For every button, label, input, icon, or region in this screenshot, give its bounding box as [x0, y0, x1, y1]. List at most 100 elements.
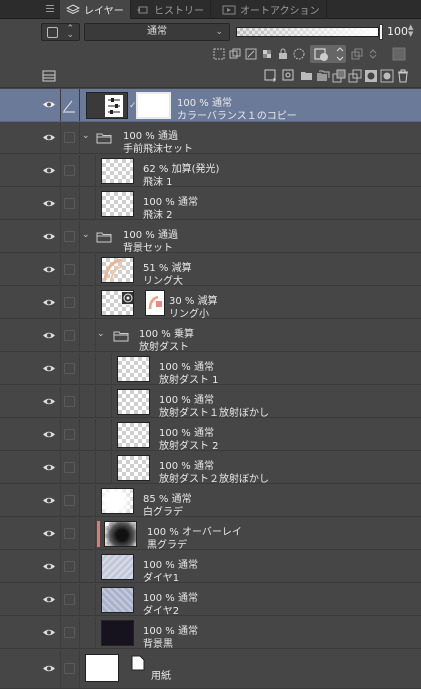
layer-select-checkbox[interactable] — [64, 231, 75, 242]
layer-select-checkbox[interactable] — [64, 663, 75, 674]
layer-row[interactable]: 62 % 加算(発光) 飛沫 1 — [0, 155, 421, 188]
layer-name: 放射ダスト 2 — [159, 441, 219, 452]
create-mask-icon[interactable] — [364, 69, 378, 83]
new-vector-layer-icon[interactable] — [282, 69, 296, 83]
sort-updown-icon[interactable] — [366, 47, 380, 61]
new-folder-duplicate-icon[interactable] — [316, 69, 330, 83]
layer-row[interactable]: ✓ 100 % 通常 カラーバランス１のコピー — [0, 89, 421, 122]
blend-mode-select[interactable]: 通常 ⌄ — [84, 23, 230, 41]
eye-icon[interactable] — [42, 397, 56, 406]
new-folder-icon[interactable] — [300, 69, 314, 83]
folder-row[interactable]: ⌄ 100 % 乗算 放射ダスト — [0, 320, 421, 353]
layer-select-checkbox[interactable] — [64, 627, 75, 638]
eye-icon[interactable] — [42, 430, 56, 439]
eye-icon[interactable] — [42, 166, 56, 175]
color-balance-icon — [105, 95, 123, 117]
layer-row[interactable]: 100 % 通常 放射ダスト 1 — [0, 353, 421, 386]
merge-lower-icon[interactable] — [348, 69, 362, 83]
layer-row[interactable]: 100 % 通常 飛沫 2 — [0, 188, 421, 221]
indent-guide — [95, 155, 96, 186]
tab-layer[interactable]: レイヤー — [60, 0, 131, 19]
layer-select-checkbox[interactable] — [64, 495, 75, 506]
eye-icon[interactable] — [42, 100, 56, 109]
delete-layer-icon[interactable] — [396, 69, 410, 83]
layer-select-checkbox[interactable] — [64, 363, 75, 374]
chevron-down-icon[interactable]: ⌄ — [82, 230, 90, 240]
opacity-slider-handle[interactable] — [379, 24, 383, 40]
column-divider — [60, 89, 61, 121]
layer-name: リング小 — [169, 309, 209, 320]
layer-row[interactable]: 100 % 通常 ダイヤ1 — [0, 551, 421, 584]
expression-color-select[interactable]: ⌃ ⌄ — [41, 23, 80, 41]
layer-select-checkbox[interactable] — [64, 429, 75, 440]
eye-icon[interactable] — [42, 199, 56, 208]
layer-thumbnail — [85, 654, 119, 682]
opacity-spinner[interactable]: ▲ ▼ — [408, 24, 413, 38]
eye-icon[interactable] — [42, 562, 56, 571]
indent-guide — [95, 485, 96, 516]
layer-row[interactable]: 100 % 通常 放射ダスト 2 — [0, 419, 421, 452]
layer-effect-icon[interactable] — [350, 47, 364, 61]
clip-lower-layer-icon[interactable] — [228, 47, 242, 61]
transfer-lower-layer-icon[interactable] — [332, 69, 346, 83]
layer-name: 黒グラデ — [147, 540, 187, 551]
tab-auto-action[interactable]: オートアクション — [216, 0, 327, 19]
eye-icon[interactable] — [42, 463, 56, 472]
layer-select-checkbox[interactable] — [64, 165, 75, 176]
layer-color-select[interactable] — [310, 45, 346, 63]
reference-layer-icon — [121, 291, 133, 305]
layer-select-checkbox[interactable] — [64, 594, 75, 605]
eye-icon[interactable] — [42, 529, 56, 538]
layer-select-checkbox[interactable] — [64, 396, 75, 407]
layer-select-checkbox[interactable] — [64, 462, 75, 473]
layer-row[interactable]: 51 % 減算 リング大 — [0, 254, 421, 287]
opacity-value[interactable]: 100 — [387, 25, 408, 38]
paper-layer-row[interactable]: 用紙 — [0, 650, 421, 689]
color-square-icon[interactable] — [392, 47, 406, 61]
eye-icon[interactable] — [42, 232, 56, 241]
layer-row[interactable]: 100 % 通常 放射ダスト２放射ぼかし — [0, 452, 421, 485]
reference-layer-icon[interactable] — [212, 47, 226, 61]
lock-transparent-icon[interactable] — [260, 47, 274, 61]
eye-icon[interactable] — [42, 133, 56, 142]
eye-icon[interactable] — [42, 628, 56, 637]
pencil-edit-icon[interactable] — [62, 99, 76, 113]
layer-row[interactable]: 85 % 通常 白グラデ — [0, 485, 421, 518]
ring-image — [103, 258, 125, 282]
eye-icon[interactable] — [42, 331, 56, 340]
folder-row[interactable]: ⌄ 100 % 通過 背景セット — [0, 221, 421, 254]
layer-row[interactable]: 100 % 通常 ダイヤ2 — [0, 584, 421, 617]
tab-history[interactable]: ヒストリー — [130, 0, 211, 19]
eye-icon[interactable] — [42, 664, 56, 673]
lock-icon[interactable] — [276, 47, 290, 61]
eye-icon[interactable] — [42, 595, 56, 604]
layer-select-checkbox[interactable] — [64, 297, 75, 308]
layer-row[interactable]: 30 % 減算 リング小 — [0, 287, 421, 320]
layer-select-checkbox[interactable] — [64, 264, 75, 275]
folder-icon — [96, 132, 112, 144]
column-divider — [79, 452, 80, 483]
mask-icon[interactable] — [292, 47, 306, 61]
layer-select-checkbox[interactable] — [64, 132, 75, 143]
layer-select-checkbox[interactable] — [64, 330, 75, 341]
layer-row[interactable]: 100 % オーバーレイ 黒グラデ — [0, 518, 421, 551]
eye-icon[interactable] — [42, 265, 56, 274]
indent-guide — [95, 386, 96, 417]
apply-mask-icon[interactable] — [380, 69, 394, 83]
chevron-down-icon[interactable]: ⌄ — [82, 131, 90, 141]
layer-select-checkbox[interactable] — [64, 561, 75, 572]
layer-property-panel-icon[interactable] — [42, 69, 56, 83]
eye-icon[interactable] — [42, 298, 56, 307]
layer-row[interactable]: 100 % 通常 放射ダスト１放射ぼかし — [0, 386, 421, 419]
opacity-slider[interactable] — [236, 27, 379, 37]
new-raster-layer-icon[interactable] — [264, 69, 278, 83]
layer-select-checkbox[interactable] — [64, 528, 75, 539]
draft-layer-icon[interactable] — [244, 47, 258, 61]
folder-row[interactable]: ⌄ 100 % 通過 手前飛沫セット — [0, 122, 421, 155]
layer-select-checkbox[interactable] — [64, 198, 75, 209]
eye-icon[interactable] — [42, 496, 56, 505]
layer-row[interactable]: 100 % 通常 背景黒 — [0, 617, 421, 650]
eye-icon[interactable] — [42, 364, 56, 373]
chevron-down-icon[interactable]: ⌄ — [97, 329, 105, 339]
panel-menu-icon[interactable] — [44, 3, 56, 15]
